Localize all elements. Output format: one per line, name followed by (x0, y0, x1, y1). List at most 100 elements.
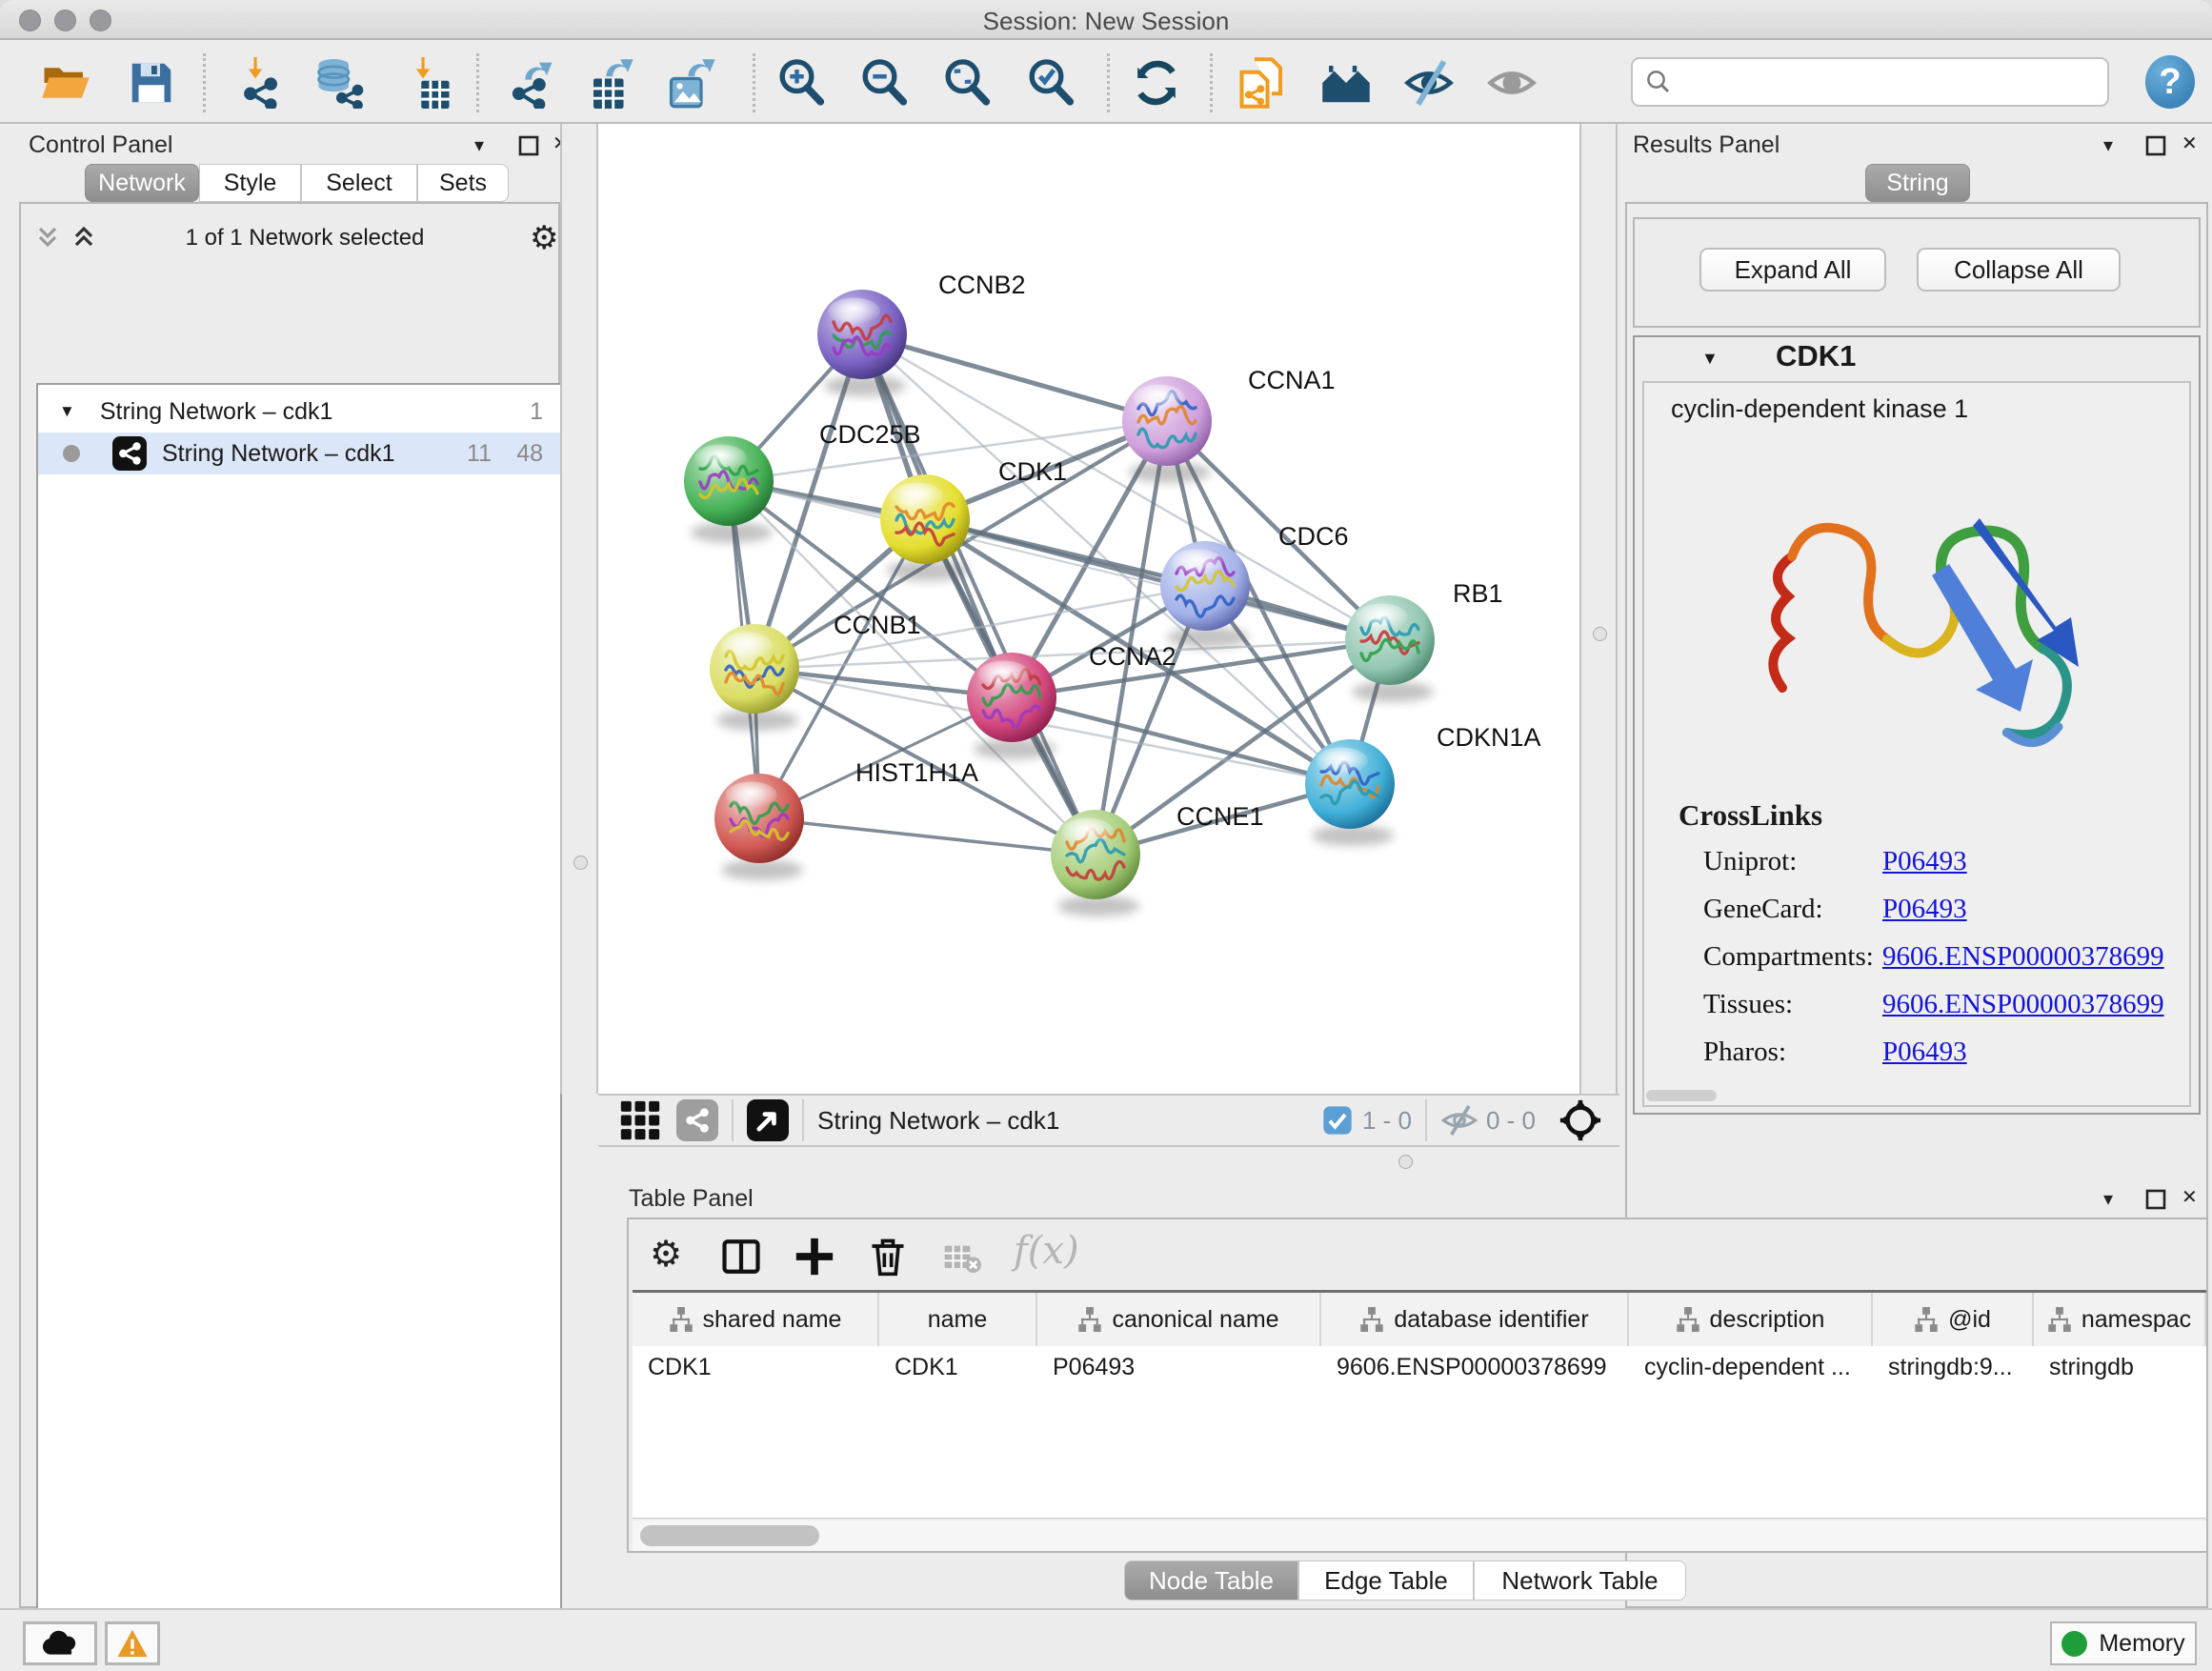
crosslink-label: Compartments: (1703, 941, 1882, 973)
export-network-icon[interactable] (503, 55, 558, 111)
network-selection-status: 1 of 1 Network selected (114, 225, 495, 252)
zoom-in-icon[interactable] (774, 55, 829, 111)
panel-float-icon[interactable] (2145, 1189, 2166, 1210)
help-button[interactable]: ? (2145, 55, 2195, 109)
search-field[interactable] (1631, 57, 2109, 107)
import-network-icon[interactable] (232, 55, 288, 111)
table-cell[interactable]: CDK1 (879, 1346, 1037, 1388)
left-splitter[interactable] (560, 124, 598, 1094)
collapse-all-tree-icon[interactable] (32, 225, 67, 253)
panel-collapse-icon[interactable]: ▾ (474, 133, 484, 156)
splitter-handle[interactable] (573, 856, 588, 870)
crosslink-link[interactable]: 9606.ENSP00000378699 (1882, 989, 2164, 1020)
tab-node-table[interactable]: Node Table (1124, 1560, 1298, 1601)
selected-checkbox-icon[interactable] (1322, 1105, 1353, 1136)
node-label-HIST1H1A: HIST1H1A (855, 758, 978, 787)
table-settings-gear-icon[interactable]: ⚙ (650, 1233, 682, 1275)
delete-column-icon[interactable] (867, 1235, 909, 1278)
panel-float-icon[interactable] (518, 135, 539, 156)
memory-button[interactable]: Memory (2050, 1621, 2197, 1665)
column-header-canonical-name[interactable]: canonical name (1037, 1293, 1321, 1346)
column-header-description[interactable]: description (1629, 1293, 1873, 1346)
node-CCNE1: CCNE1 (1051, 802, 1264, 916)
import-network-from-database-icon[interactable] (312, 55, 368, 111)
table-hscrollbar-thumb[interactable] (640, 1525, 819, 1546)
panel-close-icon[interactable]: ✕ (2182, 131, 2198, 154)
network-canvas[interactable]: CCNB2 CCNA1 CDC25B CDK1 (598, 124, 1579, 1094)
create-column-icon[interactable] (793, 1235, 836, 1278)
tab-network-table[interactable]: Network Table (1474, 1560, 1686, 1601)
column-tree-icon (1077, 1307, 1102, 1332)
entry-collapse-icon[interactable]: ▼ (1701, 349, 1719, 369)
open-session-icon[interactable] (38, 55, 93, 111)
tab-sets[interactable]: Sets (417, 164, 509, 202)
export-image-icon[interactable] (665, 55, 720, 111)
right-splitter[interactable] (1579, 124, 1618, 1094)
column-header--id[interactable]: @id (1873, 1293, 2034, 1346)
column-header-shared-name[interactable]: shared name (633, 1293, 879, 1346)
crosslink-link[interactable]: P06493 (1882, 1037, 1967, 1068)
results-buttons-bar: Expand All Collapse All (1633, 217, 2201, 328)
pan-crosshair-icon[interactable] (1558, 1098, 1602, 1142)
splitter-handle[interactable] (1593, 627, 1607, 641)
table-cell[interactable]: stringdb (2034, 1346, 2206, 1388)
home-layout-icon[interactable] (1318, 55, 1374, 111)
network-options-gear-icon[interactable]: ⚙ (530, 219, 558, 257)
network-badge-icon[interactable] (676, 1099, 718, 1141)
table-cell[interactable]: stringdb:9... (1873, 1346, 2034, 1388)
tree-expander-icon[interactable]: ▼ (59, 402, 75, 421)
network-tree: ▼ String Network – cdk1 1 String Network… (36, 383, 562, 1671)
node-label-CCNB2: CCNB2 (938, 271, 1026, 299)
crosslink-link[interactable]: P06493 (1882, 846, 1967, 877)
column-header-database-identifier[interactable]: database identifier (1321, 1293, 1629, 1346)
table-cell[interactable]: CDK1 (633, 1346, 879, 1388)
column-header-name[interactable]: name (879, 1293, 1037, 1346)
zoom-out-icon[interactable] (856, 55, 912, 111)
network-row[interactable]: String Network – cdk1 11 48 (38, 433, 560, 474)
expand-all-button[interactable]: Expand All (1699, 248, 1886, 292)
zoom-selected-icon[interactable] (1023, 55, 1078, 111)
copy-style-icon[interactable] (1236, 55, 1291, 111)
gene-entry-body: cyclin-dependent kinase 1 CrossLinks Uni… (1642, 381, 2191, 1107)
warnings-button[interactable] (105, 1621, 160, 1665)
panel-collapse-icon[interactable]: ▾ (2103, 1187, 2113, 1210)
cloud-status-button[interactable] (23, 1621, 97, 1665)
column-header-namespac[interactable]: namespac (2034, 1293, 2206, 1346)
table-cell[interactable]: P06493 (1037, 1346, 1321, 1388)
import-table-icon[interactable] (400, 55, 455, 111)
tab-edge-table[interactable]: Edge Table (1298, 1560, 1474, 1601)
results-scrollbar-thumb[interactable] (1646, 1090, 1717, 1101)
crosslink-label: Uniprot: (1703, 846, 1882, 877)
save-session-icon[interactable] (124, 55, 179, 111)
panel-close-icon[interactable]: ✕ (2182, 1185, 2198, 1208)
table-cell[interactable]: cyclin-dependent ... (1629, 1346, 1873, 1388)
table-hscrollbar[interactable] (633, 1520, 2206, 1551)
search-input[interactable] (1673, 68, 2082, 96)
tab-network[interactable]: Network (85, 164, 199, 202)
table-cell[interactable]: 9606.ENSP00000378699 (1321, 1346, 1629, 1388)
tab-select[interactable]: Select (301, 164, 417, 202)
show-all-icon[interactable] (1484, 55, 1539, 111)
refresh-icon[interactable] (1129, 55, 1184, 111)
crosslink-link[interactable]: P06493 (1882, 894, 1967, 925)
hide-selected-icon[interactable] (1401, 55, 1457, 111)
birdseye-view-icon[interactable] (747, 1099, 789, 1141)
panel-collapse-icon[interactable]: ▾ (2103, 133, 2113, 156)
node-table[interactable]: shared namenamecanonical namedatabase id… (633, 1290, 2206, 1519)
string-network-graph[interactable]: CCNB2 CCNA1 CDC25B CDK1 (598, 124, 1579, 1094)
collapse-all-button[interactable]: Collapse All (1917, 248, 2121, 292)
tab-string[interactable]: String (1865, 164, 1970, 202)
network-collection-row[interactable]: ▼ String Network – cdk1 1 (38, 391, 560, 433)
show-columns-icon[interactable] (720, 1237, 762, 1277)
node-CDC6: CDC6 (1160, 522, 1349, 648)
panel-float-icon[interactable] (2145, 135, 2166, 156)
results-panel-title: Results Panel (1633, 131, 1780, 159)
export-table-icon[interactable] (583, 55, 638, 111)
expand-all-tree-icon[interactable] (69, 225, 103, 253)
tab-style[interactable]: Style (199, 164, 301, 202)
crosslink-link[interactable]: 9606.ENSP00000378699 (1882, 941, 2164, 973)
grid-view-icon[interactable] (619, 1099, 661, 1141)
splitter-handle[interactable] (1398, 1155, 1413, 1169)
column-tree-icon (2047, 1307, 2072, 1332)
zoom-fit-icon[interactable] (939, 55, 995, 111)
